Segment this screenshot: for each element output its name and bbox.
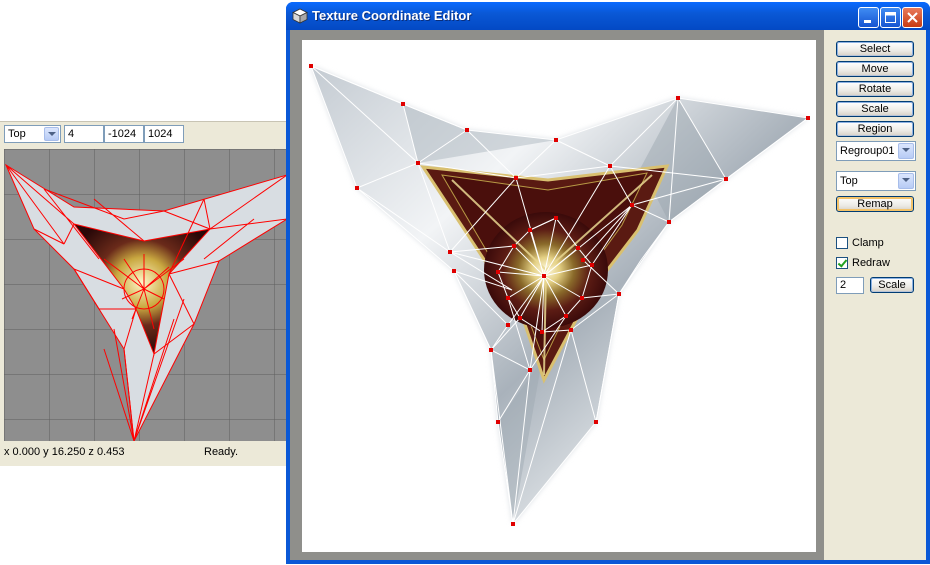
clamp-checkbox-box[interactable] <box>836 237 848 249</box>
view-select-value: Top <box>8 128 26 140</box>
tool-panel: Select Move Rotate Scale Region Regroup0… <box>824 30 926 560</box>
window-title: Texture Coordinate Editor <box>312 8 472 23</box>
chevron-down-icon[interactable] <box>44 127 59 141</box>
apply-scale-button[interactable]: Scale <box>870 277 914 293</box>
chevron-down-icon[interactable] <box>898 143 914 159</box>
editor-client-area: Select Move Rotate Scale Region Regroup0… <box>290 30 926 560</box>
view-select[interactable]: Top <box>4 125 61 143</box>
uv-canvas[interactable] <box>302 40 816 552</box>
wireframe-view <box>4 149 287 441</box>
maximize-button[interactable] <box>880 7 901 28</box>
close-icon <box>907 12 918 23</box>
region-select-value: Regroup01 <box>840 145 895 157</box>
range-max-field[interactable]: 1024 <box>144 125 184 143</box>
uv-canvas-frame <box>290 30 824 560</box>
uv-mesh <box>309 64 810 526</box>
clamp-label: Clamp <box>852 237 884 249</box>
viewport-canvas[interactable] <box>4 149 287 441</box>
range-min-field[interactable]: -1024 <box>104 125 144 143</box>
projection-select-value: Top <box>840 175 858 187</box>
grid-size-field[interactable]: 4 <box>64 125 104 143</box>
cube-app-icon <box>292 8 308 24</box>
scale-button[interactable]: Scale <box>836 101 914 117</box>
redraw-checkbox-box[interactable] <box>836 257 848 269</box>
scale-factor-input[interactable]: 2 <box>836 277 864 294</box>
texture-coordinate-editor-window: Texture Coordinate Editor Select Move Ro… <box>286 2 930 564</box>
title-bar[interactable]: Texture Coordinate Editor <box>286 2 930 30</box>
region-select[interactable]: Regroup01 <box>836 141 916 161</box>
redraw-label: Redraw <box>852 257 890 269</box>
rotate-button[interactable]: Rotate <box>836 81 914 97</box>
move-button[interactable]: Move <box>836 61 914 77</box>
close-button[interactable] <box>902 7 923 28</box>
select-button[interactable]: Select <box>836 41 914 57</box>
maximize-icon <box>885 12 896 23</box>
viewport-window: Top 4 -1024 1024 x 0.000 y 16.250 z 0.45… <box>0 121 287 466</box>
status-coordinates: x 0.000 y 16.250 z 0.453 <box>4 446 125 458</box>
projection-select[interactable]: Top <box>836 171 916 191</box>
status-message: Ready. <box>204 446 239 458</box>
minimize-icon <box>864 20 871 23</box>
viewport-toolbar: Top 4 -1024 1024 <box>0 122 287 148</box>
status-bar: x 0.000 y 16.250 z 0.453 Ready. <box>0 443 287 465</box>
region-button[interactable]: Region <box>836 121 914 137</box>
chevron-down-icon[interactable] <box>898 173 914 189</box>
remap-button[interactable]: Remap <box>836 196 914 212</box>
minimize-button[interactable] <box>858 7 879 28</box>
